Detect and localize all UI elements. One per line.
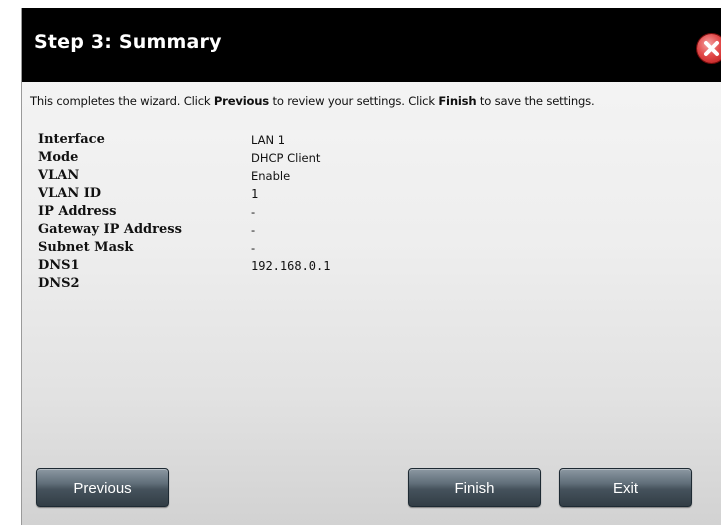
summary-row-gateway: Gateway IP Address -	[38, 222, 638, 240]
previous-button[interactable]: Previous	[36, 468, 169, 507]
summary-row-ip-address: IP Address -	[38, 204, 638, 222]
summary-label: IP Address	[38, 204, 117, 219]
exit-button[interactable]: Exit	[559, 468, 692, 507]
dialog-titlebar: Step 3: Summary	[22, 8, 721, 82]
summary-dialog: Step 3: Summary This completes the wizar…	[21, 8, 721, 525]
summary-row-subnet-mask: Subnet Mask -	[38, 240, 638, 258]
summary-label: DNS2	[38, 276, 80, 291]
intro-part2: to review your settings. Click	[269, 94, 439, 108]
summary-label: VLAN	[38, 168, 80, 183]
summary-value: Enable	[251, 169, 291, 183]
summary-value: -	[251, 223, 256, 237]
summary-row-vlan-id: VLAN ID 1	[38, 186, 638, 204]
summary-value: -	[251, 205, 256, 219]
summary-value: LAN 1	[251, 133, 286, 147]
summary-row-dns2: DNS2	[38, 276, 638, 294]
summary-row-interface: Interface LAN 1	[38, 132, 638, 150]
summary-row-dns1: DNS1 192.168.0.1	[38, 258, 638, 276]
dialog-title: Step 3: Summary	[34, 31, 222, 53]
intro-text: This completes the wizard. Click Previou…	[30, 94, 595, 108]
summary-label: Interface	[38, 132, 105, 147]
intro-part1: This completes the wizard. Click	[30, 94, 214, 108]
summary-label: Subnet Mask	[38, 240, 134, 255]
intro-finish-word: Finish	[438, 94, 477, 108]
intro-part3: to save the settings.	[476, 94, 595, 108]
intro-previous-word: Previous	[213, 94, 270, 108]
summary-row-mode: Mode DHCP Client	[38, 150, 638, 168]
summary-label: Gateway IP Address	[38, 222, 182, 237]
summary-value: -	[251, 241, 256, 255]
summary-value: 1	[251, 187, 259, 201]
close-icon	[704, 41, 719, 56]
summary-value: 192.168.0.1	[251, 259, 331, 273]
summary-label: DNS1	[38, 258, 80, 273]
close-button[interactable]	[697, 34, 721, 63]
summary-label: Mode	[38, 150, 79, 165]
finish-button[interactable]: Finish	[408, 468, 541, 507]
summary-value: DHCP Client	[251, 151, 321, 165]
summary-label: VLAN ID	[38, 186, 102, 201]
summary-row-vlan: VLAN Enable	[38, 168, 638, 186]
